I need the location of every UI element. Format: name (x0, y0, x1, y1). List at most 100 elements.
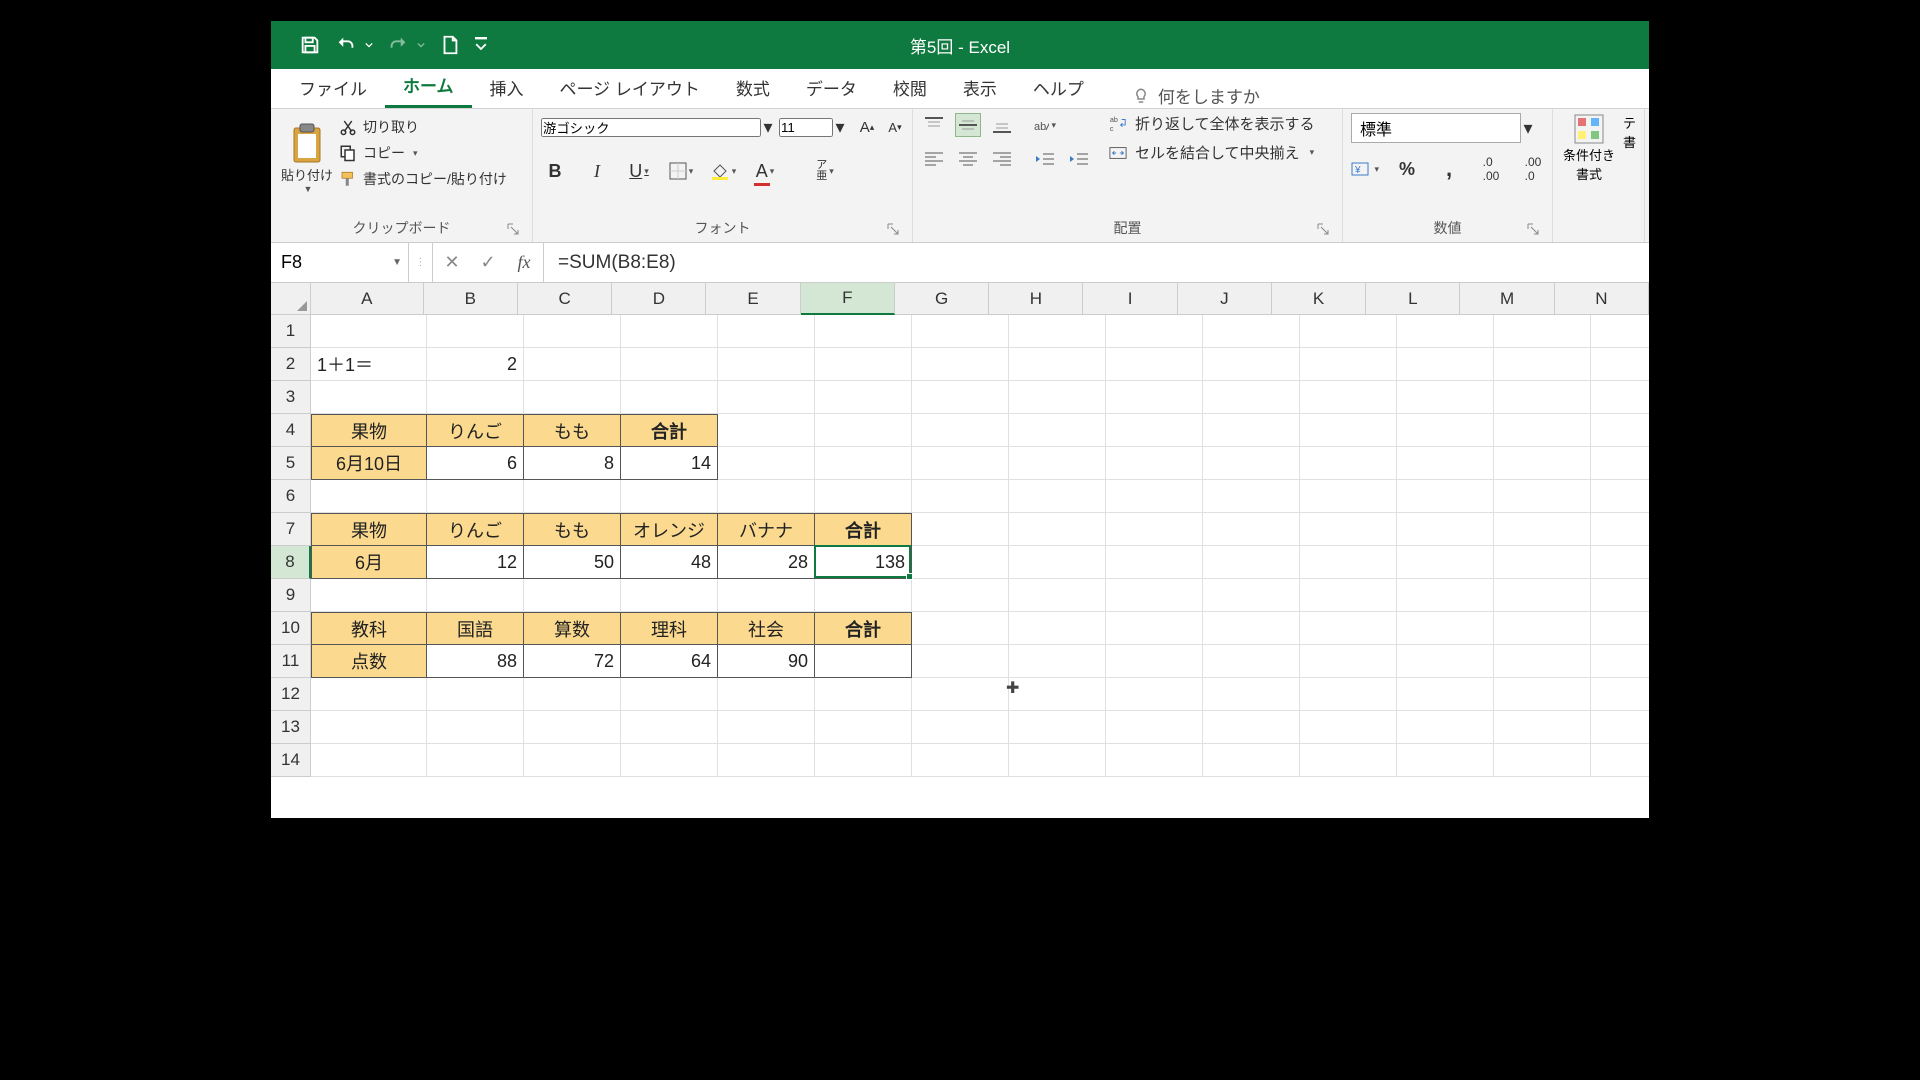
cell-F2[interactable] (815, 348, 912, 381)
cell-B10[interactable]: 国語 (427, 612, 524, 645)
cell-C3[interactable] (524, 381, 621, 414)
cell-N4[interactable] (1591, 414, 1649, 447)
font-name-select[interactable] (541, 118, 761, 137)
cell-D6[interactable] (621, 480, 718, 513)
dialog-launcher-icon[interactable] (1316, 222, 1330, 236)
select-all-corner[interactable] (271, 283, 311, 315)
cell-L10[interactable] (1397, 612, 1494, 645)
cell-L8[interactable] (1397, 546, 1494, 579)
cell-M12[interactable] (1494, 678, 1591, 711)
row-header-2[interactable]: 2 (271, 348, 311, 381)
cell-J8[interactable] (1203, 546, 1300, 579)
cell-N9[interactable] (1591, 579, 1649, 612)
cell-D14[interactable] (621, 744, 718, 777)
cell-L14[interactable] (1397, 744, 1494, 777)
cell-I5[interactable] (1106, 447, 1203, 480)
enter-icon[interactable]: ✓ (477, 252, 499, 274)
cell-A13[interactable] (311, 711, 427, 744)
column-header-A[interactable]: A (311, 283, 424, 315)
cell-L6[interactable] (1397, 480, 1494, 513)
cell-K9[interactable] (1300, 579, 1397, 612)
row-header-7[interactable]: 7 (271, 513, 311, 546)
cell-E7[interactable]: バナナ (718, 513, 815, 546)
column-header-G[interactable]: G (895, 283, 989, 315)
cell-C13[interactable] (524, 711, 621, 744)
cell-A14[interactable] (311, 744, 427, 777)
cell-A5[interactable]: 6月10日 (311, 447, 427, 480)
cell-F1[interactable] (815, 315, 912, 348)
row-header-11[interactable]: 11 (271, 645, 311, 678)
tab-ホーム[interactable]: ホーム (385, 64, 472, 108)
increase-indent-icon[interactable] (1065, 147, 1091, 171)
cell-E11[interactable]: 90 (718, 645, 815, 678)
cell-H8[interactable] (1009, 546, 1106, 579)
column-header-H[interactable]: H (989, 283, 1083, 315)
cell-E14[interactable] (718, 744, 815, 777)
cell-F5[interactable] (815, 447, 912, 480)
spreadsheet-grid[interactable]: ABCDEFGHIJKLMN 1234567891011121314 1＋1＝2… (271, 283, 1649, 818)
cell-M3[interactable] (1494, 381, 1591, 414)
align-bottom-icon[interactable] (989, 113, 1015, 137)
cell-H6[interactable] (1009, 480, 1106, 513)
cell-A10[interactable]: 教科 (311, 612, 427, 645)
cell-B6[interactable] (427, 480, 524, 513)
cell-E12[interactable] (718, 678, 815, 711)
tab-ファイル[interactable]: ファイル (281, 67, 385, 108)
cell-F3[interactable] (815, 381, 912, 414)
cell-J1[interactable] (1203, 315, 1300, 348)
row-header-4[interactable]: 4 (271, 414, 311, 447)
cell-L9[interactable] (1397, 579, 1494, 612)
cell-J2[interactable] (1203, 348, 1300, 381)
cell-D5[interactable]: 14 (621, 447, 718, 480)
number-format-select[interactable] (1351, 113, 1521, 143)
cell-M6[interactable] (1494, 480, 1591, 513)
cell-J12[interactable] (1203, 678, 1300, 711)
cell-I2[interactable] (1106, 348, 1203, 381)
cell-K14[interactable] (1300, 744, 1397, 777)
chevron-down-icon[interactable]: ▾ (1521, 114, 1535, 142)
cell-K5[interactable] (1300, 447, 1397, 480)
tab-数式[interactable]: 数式 (718, 67, 788, 108)
undo-dropdown-icon[interactable] (365, 41, 373, 49)
cell-I1[interactable] (1106, 315, 1203, 348)
cell-F4[interactable] (815, 414, 912, 447)
cell-M13[interactable] (1494, 711, 1591, 744)
percent-button[interactable]: % (1393, 155, 1421, 183)
cell-F7[interactable]: 合計 (815, 513, 912, 546)
cell-G11[interactable] (912, 645, 1009, 678)
column-header-L[interactable]: L (1366, 283, 1460, 315)
cell-B5[interactable]: 6 (427, 447, 524, 480)
cell-G13[interactable] (912, 711, 1009, 744)
decrease-indent-icon[interactable] (1031, 147, 1057, 171)
row-header-5[interactable]: 5 (271, 447, 311, 480)
cell-H10[interactable] (1009, 612, 1106, 645)
cancel-icon[interactable]: ✕ (441, 252, 463, 274)
cell-F11[interactable] (815, 645, 912, 678)
cell-L1[interactable] (1397, 315, 1494, 348)
cell-B8[interactable]: 12 (427, 546, 524, 579)
cell-C4[interactable]: もも (524, 414, 621, 447)
wrap-text-button[interactable]: abc 折り返して全体を表示する (1109, 113, 1315, 134)
cell-K8[interactable] (1300, 546, 1397, 579)
row-header-13[interactable]: 13 (271, 711, 311, 744)
undo-icon[interactable] (335, 34, 357, 56)
cell-E2[interactable] (718, 348, 815, 381)
cell-G4[interactable] (912, 414, 1009, 447)
column-header-F[interactable]: F (801, 283, 895, 315)
conditional-format-button[interactable]: 条件付き 書式 (1563, 113, 1615, 183)
cell-K2[interactable] (1300, 348, 1397, 381)
cell-C10[interactable]: 算数 (524, 612, 621, 645)
cell-C12[interactable] (524, 678, 621, 711)
dialog-launcher-icon[interactable] (886, 222, 900, 236)
cell-N8[interactable] (1591, 546, 1649, 579)
dialog-launcher-icon[interactable] (1526, 222, 1540, 236)
cell-K7[interactable] (1300, 513, 1397, 546)
cell-E3[interactable] (718, 381, 815, 414)
cell-D3[interactable] (621, 381, 718, 414)
cell-B14[interactable] (427, 744, 524, 777)
cell-L7[interactable] (1397, 513, 1494, 546)
cell-L5[interactable] (1397, 447, 1494, 480)
cell-G2[interactable] (912, 348, 1009, 381)
cell-G12[interactable] (912, 678, 1009, 711)
name-box[interactable]: F8 ▼ (271, 243, 409, 282)
